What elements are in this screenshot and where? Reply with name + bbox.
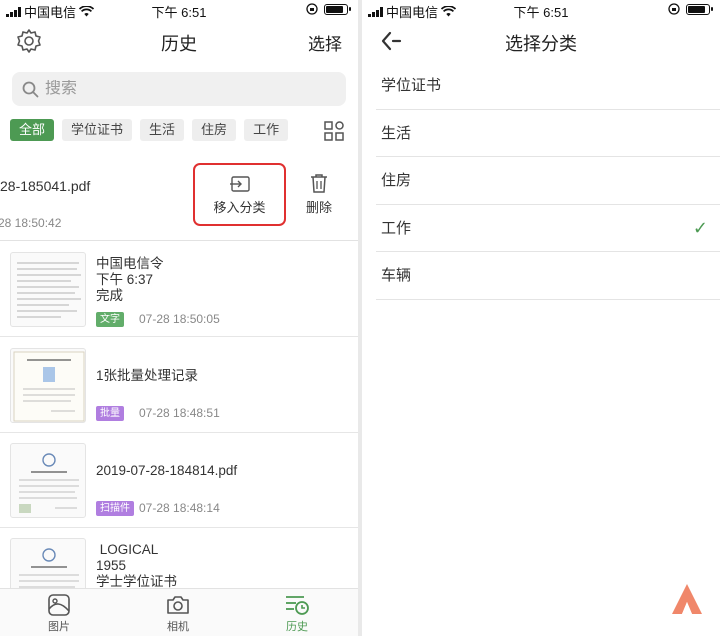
app-logo-icon	[672, 584, 702, 614]
history-item-3[interactable]: 2019-07-28-184814.pdf 扫描件 07-28 18:48:14	[0, 433, 358, 528]
document-thumbnail	[10, 252, 86, 327]
tab-camera[interactable]: 相机	[148, 593, 208, 634]
type-tag: 文字	[96, 312, 124, 327]
photo-icon	[48, 594, 70, 616]
page-title: 历史	[161, 34, 197, 54]
search-icon	[22, 81, 39, 97]
swiped-history-row[interactable]: 28-185041.pdf -28 18:50:42 移入分类 删除	[0, 153, 358, 241]
category-filter-chips: 全部 学位证书 生活 住房 工作	[10, 119, 289, 141]
certificate-thumbnail	[10, 348, 86, 423]
tab-history-label: 历史	[286, 621, 308, 633]
category-list: 学位证书 生活 住房 工作 ✓ 车辆	[362, 62, 720, 300]
item-title: 1张批量处理记录	[96, 368, 199, 383]
category-label: 工作	[381, 219, 412, 237]
category-vehicle[interactable]: 车辆	[376, 252, 720, 300]
item-time: 07-28 18:48:14	[139, 501, 220, 515]
camera-icon	[167, 596, 189, 614]
tab-photos-label: 图片	[48, 621, 70, 633]
move-to-category-button[interactable]: 移入分类	[193, 163, 286, 226]
item-title: 中国电信令 下午 6:37 完成	[96, 256, 164, 303]
move-in-icon	[229, 176, 250, 192]
chip-degree-certificate[interactable]: 学位证书	[62, 119, 133, 141]
delete-button[interactable]: 删除	[296, 173, 342, 216]
checkmark-icon: ✓	[692, 217, 708, 238]
page-title: 选择分类	[505, 34, 577, 54]
type-tag: 扫描件	[96, 501, 134, 516]
category-life[interactable]: 生活	[376, 110, 720, 157]
item-time: 07-28 18:50:05	[139, 312, 220, 326]
history-item-1[interactable]: 中国电信令 下午 6:37 完成 文字 07-28 18:50:05	[0, 242, 358, 337]
chip-life[interactable]: 生活	[140, 119, 185, 141]
history-screen: 中国电信 下午 6:51 历史 选择 全部 学位证书 生活 住房 工作 28-1	[0, 0, 358, 636]
category-label: 住房	[381, 172, 412, 189]
tab-camera-label: 相机	[167, 621, 189, 633]
chip-work[interactable]: 工作	[244, 119, 289, 141]
item-title: 2019-07-28-184814.pdf	[96, 463, 238, 478]
category-grid-icon[interactable]	[324, 121, 344, 141]
tab-bar: 图片 相机 历史	[0, 588, 358, 636]
category-label: 学位证书	[381, 77, 442, 94]
category-work[interactable]: 工作 ✓	[376, 205, 720, 252]
chip-housing[interactable]: 住房	[192, 119, 237, 141]
battery-icon	[686, 3, 713, 15]
item-time: 07-28 18:48:51	[139, 406, 220, 420]
history-clock-icon	[286, 596, 309, 615]
status-time: 下午 6:51	[513, 5, 569, 20]
category-degree-certificate[interactable]: 学位证书	[376, 62, 720, 110]
category-label: 车辆	[381, 267, 412, 284]
chip-all[interactable]: 全部	[10, 119, 55, 141]
select-category-screen: 中国电信 下午 6:51 选择分类 学位证书 生活 住房 工作 ✓ 车辆	[362, 0, 720, 636]
category-housing[interactable]: 住房	[376, 157, 720, 205]
tab-history[interactable]: 历史	[267, 593, 327, 634]
type-tag: 批量	[96, 406, 124, 421]
select-button[interactable]: 选择	[308, 30, 342, 55]
nav-bar: 历史 选择	[0, 20, 358, 62]
category-label: 生活	[381, 124, 412, 142]
status-bar: 中国电信 下午 6:51	[0, 0, 358, 20]
tab-photos[interactable]: 图片	[29, 593, 89, 634]
certificate-thumbnail	[10, 443, 86, 518]
file-date: -28 18:50:42	[0, 216, 62, 230]
nav-bar: 选择分类	[362, 20, 720, 62]
item-title: LOGICAL 1955 学士学位证书	[96, 542, 177, 589]
orientation-lock-icon	[306, 3, 318, 15]
file-name: 28-185041.pdf	[0, 178, 91, 194]
orientation-lock-icon	[668, 3, 680, 15]
search-bar[interactable]	[12, 72, 346, 106]
search-input[interactable]	[45, 80, 325, 98]
history-item-2[interactable]: 1张批量处理记录 批量 07-28 18:48:51	[0, 338, 358, 433]
battery-icon	[324, 3, 351, 15]
trash-icon	[311, 174, 327, 193]
delete-label: 删除	[305, 200, 332, 215]
status-time: 下午 6:51	[151, 5, 207, 20]
move-label: 移入分类	[213, 200, 266, 215]
status-bar: 中国电信 下午 6:51	[362, 0, 720, 20]
